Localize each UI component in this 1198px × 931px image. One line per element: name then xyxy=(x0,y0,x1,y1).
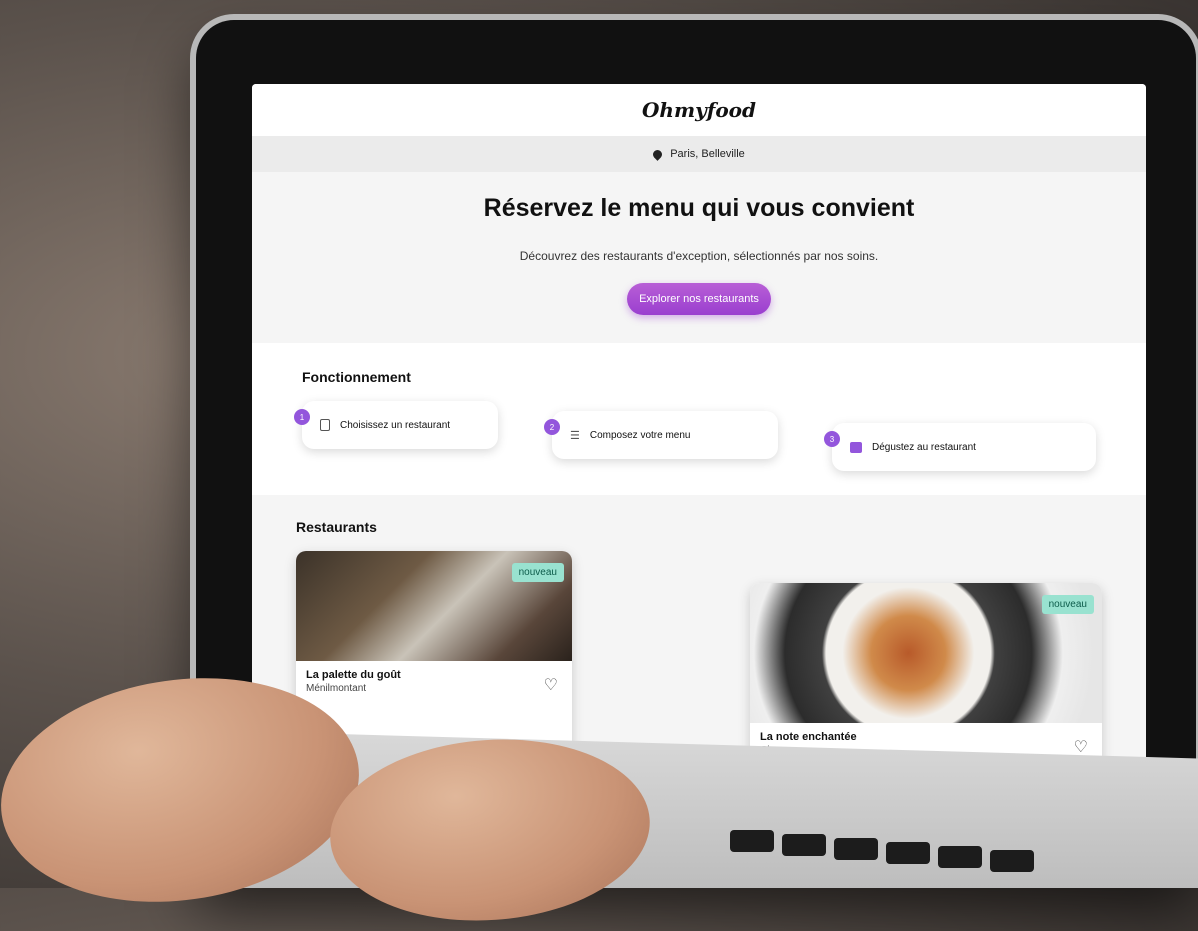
site-logo[interactable]: Ohmyfood xyxy=(642,98,756,122)
phone-icon xyxy=(320,419,330,431)
steps-list: 1 Choisissez un restaurant 2 ☰ Composez … xyxy=(294,401,1096,471)
restaurant-card[interactable]: nouveau La note enchantée Charonne ♡ xyxy=(750,583,1102,766)
heart-icon[interactable]: ♡ xyxy=(1074,737,1088,757)
restaurants-title: Restaurants xyxy=(296,519,377,535)
site-header: Ohmyfood xyxy=(252,84,1146,136)
list-icon: ☰ xyxy=(570,429,580,442)
hero-section: Réservez le menu qui vous convient Décou… xyxy=(252,172,1146,343)
key xyxy=(886,842,930,864)
step-card-1[interactable]: 1 Choisissez un restaurant xyxy=(294,401,498,449)
how-it-works-section: Fonctionnement 1 Choisissez un restauran… xyxy=(252,343,1146,495)
key xyxy=(730,830,774,852)
key xyxy=(834,838,878,860)
step-number: 3 xyxy=(824,431,840,447)
location-text: Paris, Belleville xyxy=(670,148,745,160)
hero-title: Réservez le menu qui vous convient xyxy=(483,194,915,222)
location-bar: Paris, Belleville xyxy=(252,136,1146,172)
step-number: 1 xyxy=(294,409,310,425)
restaurant-location: Ménilmontant xyxy=(306,683,367,694)
how-title: Fonctionnement xyxy=(302,369,411,385)
key xyxy=(782,834,826,856)
step-label: Dégustez au restaurant xyxy=(872,441,976,453)
browser-screen: Ohmyfood Paris, Belleville Réservez le m… xyxy=(252,84,1146,780)
key xyxy=(938,846,982,868)
explore-restaurants-button[interactable]: Explorer nos restaurants xyxy=(627,283,771,315)
new-badge: nouveau xyxy=(511,563,564,582)
restaurant-info: La palette du goût Ménilmontant ♡ xyxy=(296,661,572,704)
restaurant-photo: nouveau xyxy=(750,583,1102,723)
restaurant-cards: nouveau La palette du goût Ménilmontant … xyxy=(296,551,1102,766)
step-card-2[interactable]: 2 ☰ Composez votre menu xyxy=(544,411,778,459)
new-badge: nouveau xyxy=(1041,595,1094,614)
heart-icon[interactable]: ♡ xyxy=(544,675,558,695)
restaurant-photo: nouveau xyxy=(296,551,572,661)
hero-subtitle: Découvrez des restaurants d'exception, s… xyxy=(519,249,879,263)
step-label: Choisissez un restaurant xyxy=(340,419,451,431)
restaurant-name: La note enchantée xyxy=(760,731,857,743)
step-label: Composez votre menu xyxy=(589,429,691,441)
step-card-3[interactable]: 3 Dégustez au restaurant xyxy=(824,423,1096,471)
key xyxy=(990,850,1034,872)
location-pin-icon xyxy=(651,147,665,161)
step-number: 2 xyxy=(544,419,560,435)
store-icon xyxy=(850,441,862,453)
restaurant-name: La palette du goût xyxy=(306,669,401,681)
